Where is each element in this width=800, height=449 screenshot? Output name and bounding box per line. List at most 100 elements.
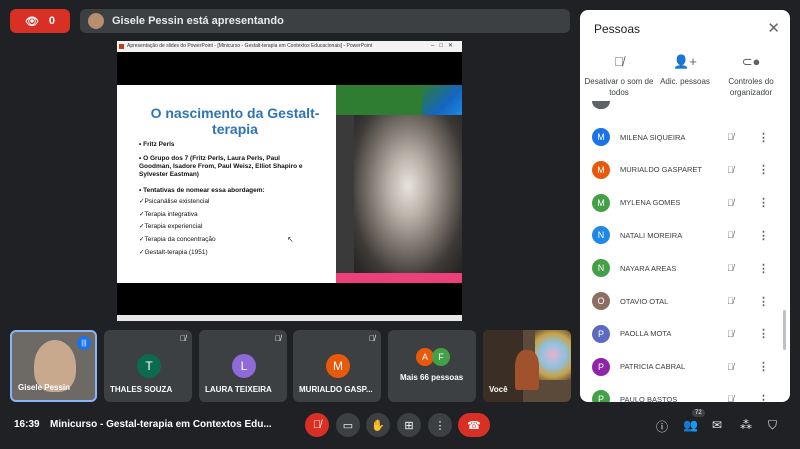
host-controls-button[interactable]: ⊂● Controles do organizador — [716, 54, 786, 98]
list-item — [580, 98, 780, 112]
people-panel: Pessoas ✕ 🎙̸ Desativar o som de todos 👤+… — [580, 10, 790, 402]
mic-off-icon[interactable]: 🎙̸ — [727, 394, 734, 402]
mute-all-button[interactable]: 🎙̸ Desativar o som de todos — [584, 55, 654, 98]
activities-icon[interactable]: ⁂ — [740, 418, 752, 432]
present-screen-icon: ⊞ — [404, 419, 414, 432]
window-controls: –□✕ — [431, 43, 458, 49]
participant-row[interactable]: O OTAVIO OTAL 🎙̸ ⋮ — [580, 286, 780, 316]
powerpoint-titlebar: Apresentação de slides do PowerPoint - [… — [117, 41, 462, 52]
more-vert-icon[interactable]: ⋮ — [758, 229, 769, 242]
camera-button[interactable]: ▭ — [336, 413, 360, 437]
toggle-icon: ⊂● — [741, 54, 761, 69]
scrollbar[interactable] — [783, 310, 786, 350]
viewer-count-button[interactable]: 👁 0 — [10, 9, 70, 33]
shared-screen: Apresentação de slides do PowerPoint - [… — [117, 41, 462, 321]
mic-off-icon: 🎙̸ — [369, 334, 375, 343]
more-vert-icon[interactable]: ⋮ — [758, 196, 769, 209]
mic-off-button[interactable]: 🎙̸ — [305, 413, 329, 437]
participant-tile-self-presenter[interactable]: ||| Gisele Pessin — [10, 330, 97, 402]
meeting-title: Minicurso - Gestal-terapia em Contextos … — [50, 419, 272, 430]
mic-off-icon[interactable]: 🎙̸ — [727, 132, 734, 142]
more-vert-icon[interactable]: ⋮ — [758, 262, 769, 275]
participant-name: MILENA SIQUEIRA — [620, 132, 686, 142]
tile-name: Mais 66 pessoas — [400, 373, 464, 382]
present-button[interactable]: ⊞ — [397, 413, 421, 437]
check-item: ✓Psicanálise existencial — [139, 198, 210, 205]
mic-off-icon[interactable]: 🎙̸ — [727, 165, 734, 175]
bullet-item: • Tentativas de nomear essa abordagem: — [139, 187, 265, 194]
hang-up-icon: ☎ — [467, 419, 481, 432]
participant-name: OTAVIO OTAL — [620, 296, 669, 306]
participant-row[interactable]: N NAYARA AREAS 🎙̸ ⋮ — [580, 253, 780, 283]
mic-off-icon[interactable]: 🎙̸ — [727, 263, 734, 273]
presenting-banner: Gisele Pessin está apresentando — [80, 9, 570, 33]
add-people-button[interactable]: 👤+ Adic. pessoas — [650, 54, 720, 87]
check-item: ✓Gestalt-terapia (1951) — [139, 249, 208, 256]
panel-title: Pessoas — [594, 22, 641, 36]
viewer-count: 0 — [48, 15, 56, 27]
avatar: L — [232, 354, 256, 378]
mic-off-icon[interactable]: 🎙̸ — [727, 362, 734, 372]
people-count-badge: 72 — [692, 409, 705, 417]
mic-off-icon: 🎙̸ — [275, 334, 281, 343]
participant-tile[interactable]: 🎙̸ M MURIALDO GASP... — [293, 330, 381, 402]
participant-tile[interactable]: 🎙̸ T THALES SOUZA — [104, 330, 192, 402]
slide-title: O nascimento da Gestalt-terapia — [150, 105, 320, 137]
avatar: M — [592, 128, 610, 146]
eye-icon: 👁 — [24, 15, 39, 28]
participant-row[interactable]: M MYLENA GOMES 🎙̸ ⋮ — [580, 188, 780, 218]
host-controls-icon[interactable]: ⛉ — [768, 418, 777, 433]
add-person-icon: 👤+ — [673, 54, 697, 69]
people-icon[interactable]: 👥 — [683, 418, 698, 432]
presenting-text: Gisele Pessin está apresentando — [112, 15, 284, 27]
more-vert-icon[interactable]: ⋮ — [758, 131, 769, 144]
more-vert-icon[interactable]: ⋮ — [758, 327, 769, 340]
participant-name: MURIALDO GASPARET — [620, 165, 702, 175]
more-vert-icon[interactable]: ⋮ — [758, 163, 769, 176]
mic-off-icon: 🎙̸ — [312, 419, 322, 431]
more-options-button[interactable]: ⋮ — [428, 413, 452, 437]
participant-row[interactable]: P PAULO BASTOS 🎙̸ ⋮ — [580, 384, 780, 402]
avatar: M — [592, 160, 610, 179]
more-vert-icon: ⋮ — [434, 419, 446, 432]
portrait-photo — [336, 85, 462, 283]
window-title: Apresentação de slides do PowerPoint - [… — [127, 43, 373, 49]
participant-row[interactable]: N NATALI MOREIRA 🎙̸ ⋮ — [580, 220, 780, 250]
raise-hand-button[interactable]: ✋ — [366, 413, 390, 437]
slideshow-statusbar — [117, 315, 462, 321]
participant-tile[interactable]: 🎙̸ L LAURA TEIXEIRA — [199, 330, 287, 402]
tile-name: Você — [489, 385, 508, 394]
more-participants-tile[interactable]: A F Mais 66 pessoas — [388, 330, 476, 402]
your-video — [515, 350, 539, 390]
camera-icon: ▭ — [342, 419, 354, 432]
mic-off-icon[interactable]: 🎙̸ — [727, 230, 734, 240]
participant-row[interactable]: P PATRICIA CABRAL 🎙̸ ⋮ — [580, 352, 780, 382]
chat-icon[interactable]: ✉ — [712, 418, 722, 432]
avatar: P — [592, 324, 610, 343]
more-vert-icon[interactable]: ⋮ — [758, 360, 769, 373]
participant-row[interactable]: M MILENA SIQUEIRA 🎙̸ ⋮ — [580, 122, 780, 152]
check-item: ✓Terapia da concentração — [139, 236, 216, 243]
presenter-avatar — [88, 13, 104, 29]
more-vert-icon[interactable]: ⋮ — [758, 295, 769, 308]
more-vert-icon[interactable]: ⋮ — [758, 393, 769, 402]
mic-off-icon[interactable]: 🎙̸ — [727, 329, 734, 339]
mic-off-icon[interactable]: 🎙̸ — [727, 198, 734, 208]
leave-call-button[interactable]: ☎ — [458, 413, 490, 437]
participant-row[interactable]: P PAOLLA MOTA 🎙̸ ⋮ — [580, 319, 780, 349]
info-icon[interactable]: ⓘ — [656, 418, 668, 435]
hand-icon: ✋ — [371, 419, 385, 432]
mic-off-icon[interactable]: 🎙̸ — [727, 296, 734, 306]
participant-name: PAOLLA MOTA — [620, 329, 672, 339]
participant-name: NAYARA AREAS — [620, 263, 677, 273]
clock: 16:39 — [14, 419, 40, 430]
close-icon[interactable]: ✕ — [767, 19, 780, 37]
avatar: P — [592, 390, 610, 402]
bearded-man-photo — [354, 115, 462, 273]
tile-name: Gisele Pessin — [18, 383, 71, 392]
mouse-cursor-icon: ↖ — [287, 235, 294, 244]
participant-tile-you[interactable]: Você — [483, 330, 571, 402]
check-item: ✓Terapia experiencial — [139, 223, 203, 230]
avatar: N — [592, 259, 610, 278]
participant-row[interactable]: M MURIALDO GASPARET 🎙̸ ⋮ — [580, 155, 780, 185]
